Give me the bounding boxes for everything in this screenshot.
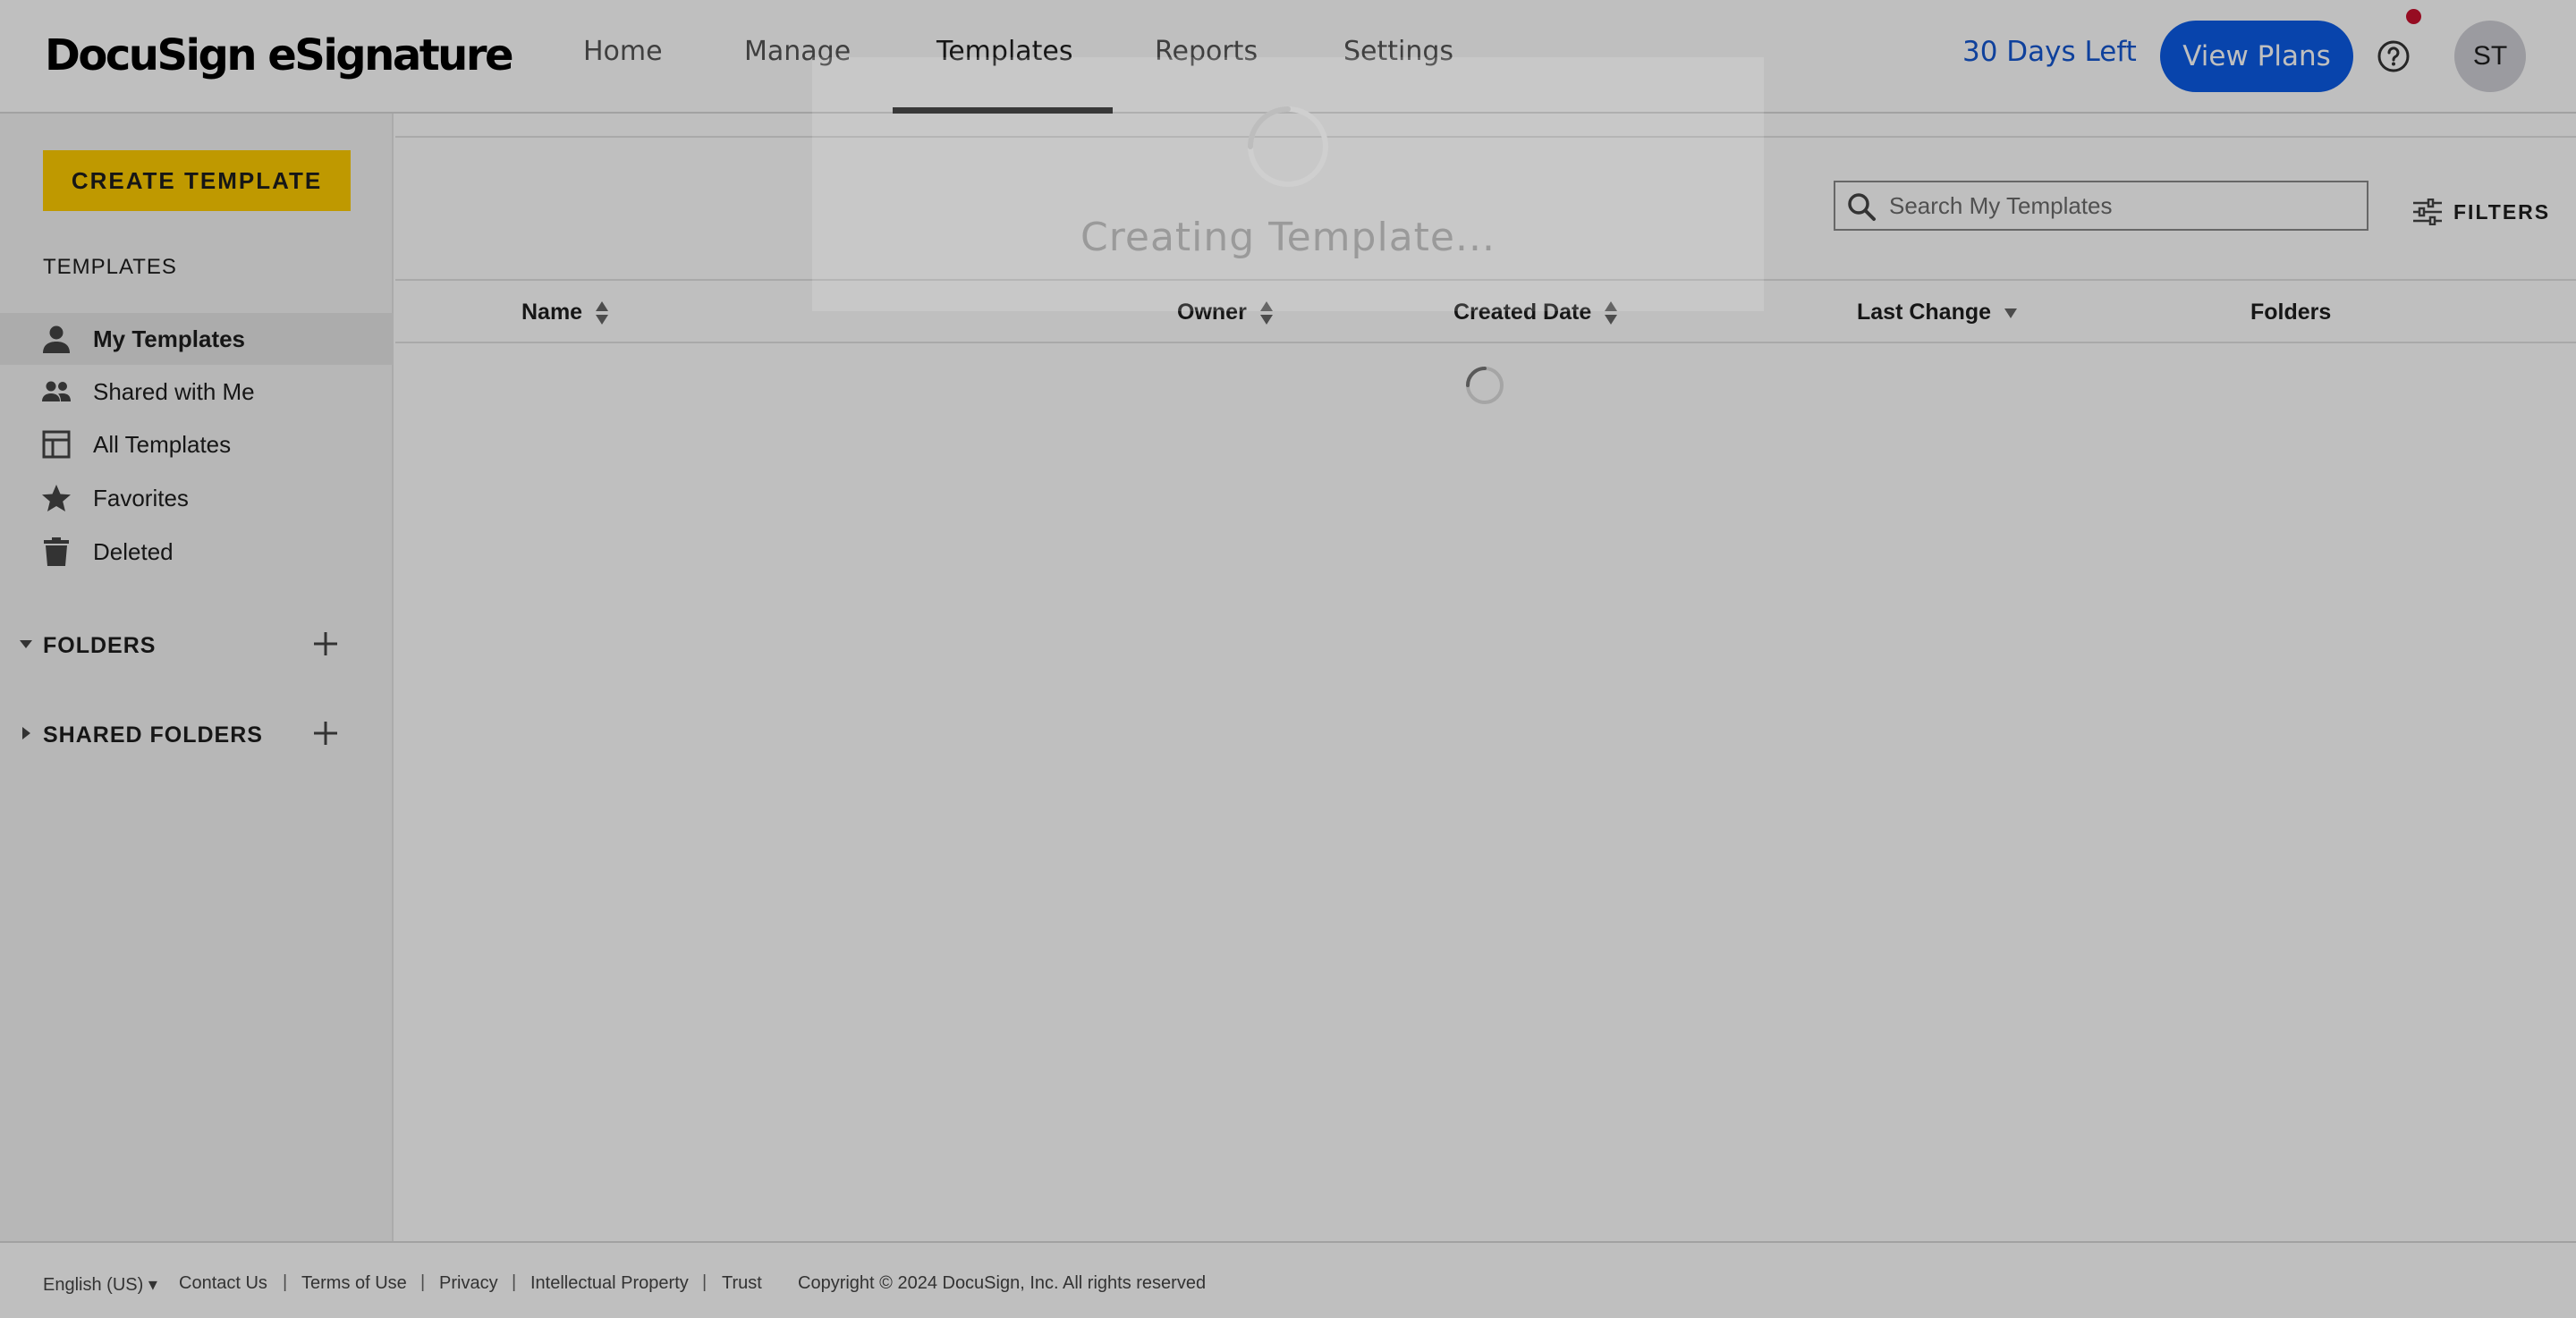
modal-backdrop: Creating Template... <box>0 0 2576 1318</box>
modal-message: Creating Template... <box>1080 215 1496 260</box>
creating-template-dialog: Creating Template... <box>812 57 1764 311</box>
loading-spinner-icon <box>1248 106 1328 187</box>
